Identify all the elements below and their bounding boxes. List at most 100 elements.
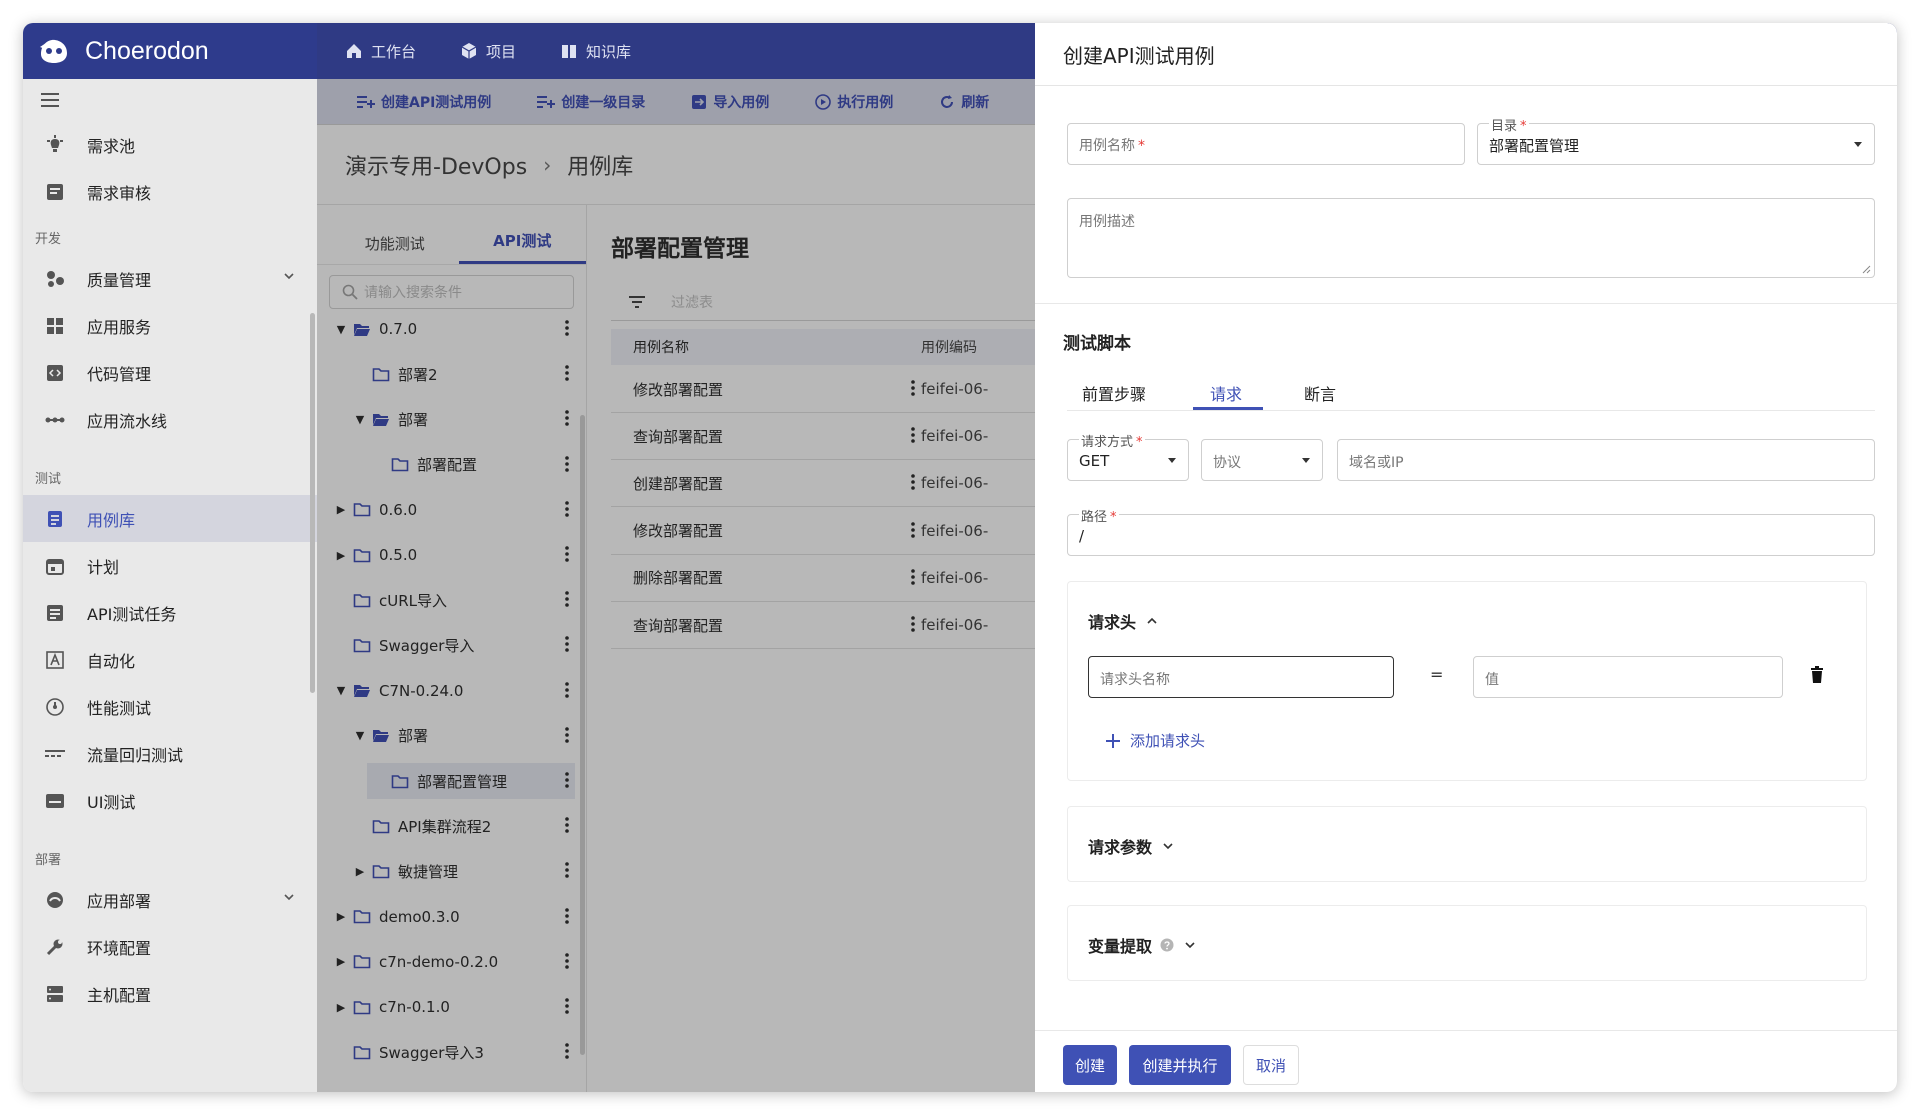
resize-handle-icon[interactable] xyxy=(1862,265,1871,274)
help-icon[interactable] xyxy=(1160,938,1174,952)
path-input[interactable]: 路径 * / xyxy=(1067,506,1875,556)
tab-request[interactable]: 请求 xyxy=(1210,381,1242,405)
nav-project[interactable]: 项目 xyxy=(460,41,516,62)
tree-node[interactable]: ▶ 0.6.0 xyxy=(317,492,575,528)
refresh-button[interactable]: 刷新 xyxy=(939,92,989,112)
tree-node[interactable]: ▼ 0.7.0 xyxy=(317,311,575,347)
table-row[interactable]: 修改部署配置 feifei-06- xyxy=(611,366,1081,413)
sidebar-item-case-library[interactable]: 用例库 xyxy=(23,495,317,542)
more-vertical-icon[interactable] xyxy=(565,772,569,788)
tree-node[interactable]: ▶ 敏捷管理 xyxy=(317,853,575,889)
case-description-textarea[interactable]: 用例描述 xyxy=(1067,198,1875,278)
method-select[interactable]: 请求方式 * GET xyxy=(1067,431,1189,481)
more-vertical-icon[interactable] xyxy=(565,455,569,472)
tree-node[interactable]: 部署配置 xyxy=(317,447,575,483)
sidebar-item-ui-test[interactable]: UI测试 xyxy=(23,777,317,824)
execute-case-button[interactable]: 执行用例 xyxy=(815,92,893,112)
header-value-input[interactable]: 值 xyxy=(1473,656,1783,698)
protocol-select[interactable]: 协议 xyxy=(1201,439,1323,481)
caret-right-icon[interactable]: ▶ xyxy=(335,955,347,968)
table-row[interactable]: 查询部署配置 feifei-06- xyxy=(611,413,1081,461)
sidebar-item-app-service[interactable]: 应用服务 xyxy=(23,302,317,349)
sidebar-item-env-config[interactable]: 环境配置 xyxy=(23,923,317,970)
tree-node[interactable]: ▼ C7N-0.24.0 xyxy=(317,673,575,709)
create-and-run-button[interactable]: 创建并执行 xyxy=(1129,1045,1231,1085)
caret-down-icon[interactable]: ▼ xyxy=(335,323,347,336)
sidebar-item-api-task[interactable]: API测试任务 xyxy=(23,589,317,636)
tree-node[interactable]: ▼ 部署 xyxy=(317,718,575,754)
tab-pre-steps[interactable]: 前置步骤 xyxy=(1082,381,1146,405)
sidebar-item-requirement-pool[interactable]: 需求池 xyxy=(23,121,317,168)
more-vertical-icon[interactable] xyxy=(911,474,915,491)
tree-node[interactable]: ▶ c7n-0.1.0 xyxy=(317,989,575,1025)
caret-down-icon[interactable]: ▼ xyxy=(335,684,347,697)
sidebar-item-traffic[interactable]: 流量回归测试 xyxy=(23,730,317,777)
cancel-button[interactable]: 取消 xyxy=(1243,1045,1299,1085)
more-vertical-icon[interactable] xyxy=(565,907,569,924)
more-vertical-icon[interactable] xyxy=(565,862,569,879)
sidebar-item-performance[interactable]: 性能测试 xyxy=(23,683,317,730)
tab-api-test[interactable]: API测试 xyxy=(458,230,586,264)
caret-right-icon[interactable]: ▶ xyxy=(335,1001,347,1014)
caret-right-icon[interactable]: ▶ xyxy=(335,910,347,923)
tree-node[interactable]: ▶ 0.5.0 xyxy=(317,537,575,573)
nav-workbench[interactable]: 工作台 xyxy=(345,41,416,62)
more-vertical-icon[interactable] xyxy=(565,591,569,607)
params-toggle[interactable]: 请求参数 xyxy=(1088,834,1174,858)
caret-down-icon[interactable]: ▼ xyxy=(354,413,366,426)
more-vertical-icon[interactable] xyxy=(565,500,569,517)
sidebar-item-code[interactable]: 代码管理 xyxy=(23,349,317,396)
catalog-select[interactable]: 目录 * 部署配置管理 xyxy=(1477,115,1875,165)
case-name-input[interactable]: 用例名称 * xyxy=(1067,123,1465,165)
tree-search-input[interactable]: 请输入搜索条件 xyxy=(329,275,574,309)
more-vertical-icon[interactable] xyxy=(911,427,915,443)
sidebar-item-quality[interactable]: 质量管理 xyxy=(23,255,317,302)
more-vertical-icon[interactable] xyxy=(565,952,569,969)
more-vertical-icon[interactable] xyxy=(911,380,915,396)
nav-knowledge[interactable]: 知识库 xyxy=(560,41,631,62)
caret-right-icon[interactable]: ▶ xyxy=(335,549,347,562)
more-vertical-icon[interactable] xyxy=(565,365,569,381)
import-case-button[interactable]: 导入用例 xyxy=(691,92,769,112)
sidebar-item-app-deploy[interactable]: 应用部署 xyxy=(23,876,317,923)
sidebar-item-host-config[interactable]: 主机配置 xyxy=(23,970,317,1017)
table-row[interactable]: 修改部署配置 feifei-06- xyxy=(611,508,1081,555)
more-vertical-icon[interactable] xyxy=(565,1043,569,1059)
tree-node[interactable]: ▶ demo0.3.0 xyxy=(317,899,575,935)
host-input[interactable]: 域名或IP xyxy=(1337,439,1875,481)
tab-functional-test[interactable]: 功能测试 xyxy=(331,233,459,264)
tab-assertion[interactable]: 断言 xyxy=(1304,381,1336,405)
tree-scrollbar[interactable] xyxy=(580,415,585,1055)
tree-node[interactable]: Swagger导入3 xyxy=(317,1034,575,1070)
more-vertical-icon[interactable] xyxy=(565,410,569,427)
tree-node[interactable]: cURL导入 xyxy=(317,582,575,618)
headers-toggle[interactable]: 请求头 xyxy=(1088,609,1158,633)
more-vertical-icon[interactable] xyxy=(911,568,915,585)
sidebar-item-plan[interactable]: 计划 xyxy=(23,542,317,589)
sidebar-item-requirement-review[interactable]: 需求审核 xyxy=(23,168,317,215)
tree-node[interactable]: ▶ c7n-demo-0.2.0 xyxy=(317,944,575,980)
more-vertical-icon[interactable] xyxy=(565,726,569,743)
more-vertical-icon[interactable] xyxy=(911,616,915,632)
tree-node[interactable]: 部署配置管理 xyxy=(367,763,575,799)
tree-node[interactable]: API集群流程2 xyxy=(317,808,575,844)
menu-toggle-button[interactable] xyxy=(23,79,317,121)
sidebar-scrollbar[interactable] xyxy=(310,313,315,693)
tree-node[interactable]: Swagger导入 xyxy=(317,627,575,663)
table-row[interactable]: 创建部署配置 feifei-06- xyxy=(611,460,1081,508)
more-vertical-icon[interactable] xyxy=(911,521,915,538)
more-vertical-icon[interactable] xyxy=(565,817,569,833)
trash-icon[interactable] xyxy=(1810,666,1824,684)
tree-node[interactable]: ▼ 部署 xyxy=(317,401,575,437)
sidebar-item-automation[interactable]: 自动化 xyxy=(23,636,317,683)
add-header-button[interactable]: 添加请求头 xyxy=(1106,730,1205,751)
filter-input[interactable]: 过滤表 xyxy=(611,283,1071,321)
extract-toggle[interactable]: 变量提取 xyxy=(1088,933,1196,957)
tree-node[interactable]: 部署2 xyxy=(317,356,575,392)
more-vertical-icon[interactable] xyxy=(565,636,569,653)
header-name-input[interactable]: 请求头名称 xyxy=(1088,656,1394,698)
table-row[interactable]: 查询部署配置 feifei-06- xyxy=(611,602,1081,649)
caret-right-icon[interactable]: ▶ xyxy=(354,865,366,878)
create-root-folder-button[interactable]: 创建一级目录 xyxy=(537,92,645,112)
more-vertical-icon[interactable] xyxy=(565,320,569,336)
